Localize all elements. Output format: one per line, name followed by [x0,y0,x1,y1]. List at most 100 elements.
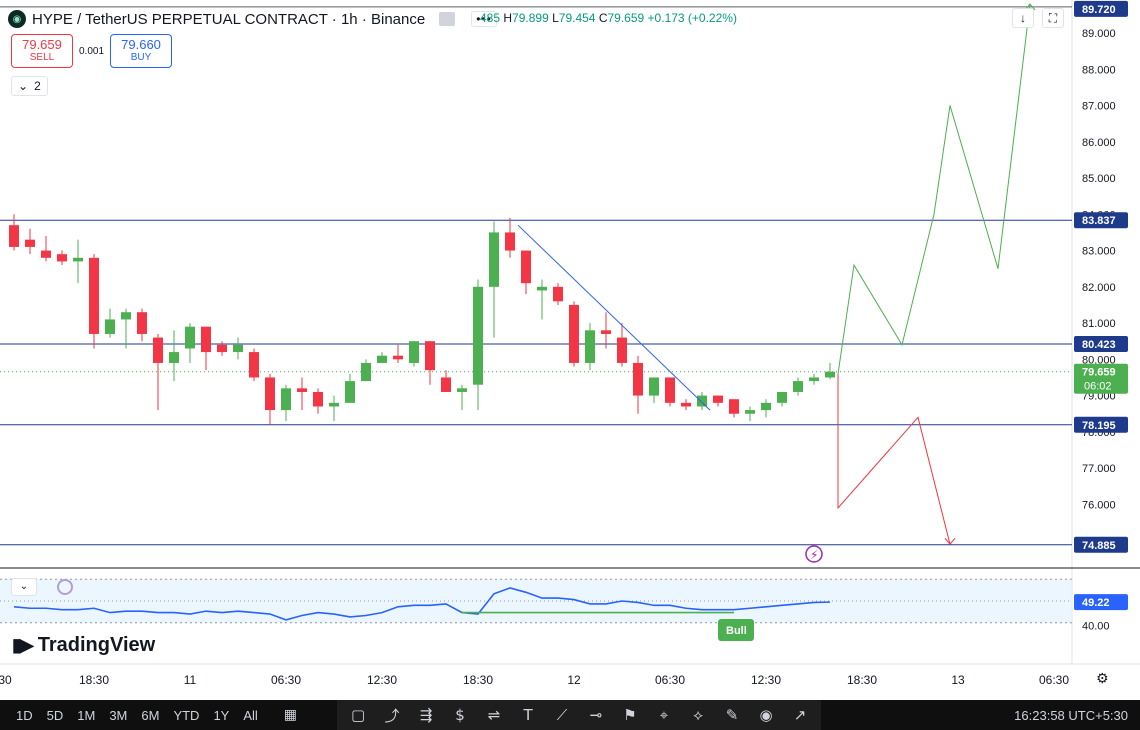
candle-body [249,352,259,378]
candle-body [825,371,835,378]
bull-signal-label: Bull [726,625,747,637]
indicators-collapse-button[interactable]: ⌄ 2 [11,76,48,96]
tv-mark-icon: ▮▶ [12,635,34,655]
lightning-icon: ⚡ [810,548,818,562]
period-1m[interactable]: 1M [77,708,95,723]
candle-body [489,232,499,287]
period-6m[interactable]: 6M [141,708,159,723]
price-range-icon[interactable]: $ [449,706,471,724]
candle-body [617,337,627,363]
period-1d[interactable]: 1D [16,708,33,723]
tradingview-logo[interactable]: ▮▶ TradingView [12,634,155,657]
candle-body [217,344,227,353]
buy-label: BUY [130,52,152,63]
ohlc-close-label: C [598,11,608,25]
candle-body [137,312,147,334]
rsi-pane-controls: ⌄ [11,578,73,596]
rectangle-tool-icon[interactable]: ▢ [347,706,369,724]
ohlc-open: 485 [480,11,501,25]
candle-body [57,254,67,262]
text-tool-icon[interactable]: T [517,706,539,724]
candle-body [569,304,579,363]
fullscreen-icon[interactable]: ⛶ [1042,8,1064,28]
pane-collapse-button[interactable]: ⌄ [11,578,37,596]
candle-body [809,377,819,382]
trade-panel: 79.659 SELL 0.001 79.660 BUY [11,34,173,68]
flag-tool-icon[interactable]: ⚑ [619,706,641,724]
candle-body [73,257,83,262]
arrow-down-icon[interactable]: ↓ [1012,8,1034,28]
bullish-projection-path [837,3,1031,374]
bottom-toolbar: 1D 5D 1M 3M 6M YTD 1Y All ▦ ▢ ⤴ ⇶ $ ⇌ T … [0,700,1140,730]
symbol-title[interactable]: HYPE / TetherUS PERPETUAL CONTRACT · 1h … [32,11,425,28]
ohlc-change: +0.173 (+0.22%) [647,11,737,25]
pitchfork-tool-icon[interactable]: ⊸ [585,706,607,724]
candle-body [377,355,387,363]
period-all[interactable]: All [243,708,257,723]
buy-price: 79.660 [121,37,161,52]
candle-body [585,330,595,363]
candle-body [697,395,707,407]
y-tick-label: 82.000 [1082,282,1116,294]
candle-body [89,257,99,334]
symbol-header: ◉ HYPE / TetherUS PERPETUAL CONTRACT · 1… [8,8,497,30]
arrow-tool-icon[interactable]: ↗ [789,706,811,724]
price-chart[interactable]: 76.00077.00078.00079.00080.00081.00082.0… [0,0,1140,730]
fib-retracement-icon[interactable]: ⇌ [483,706,505,724]
candle-body [233,344,243,353]
period-5d[interactable]: 5D [47,708,64,723]
top-level-price-label: 89.720 [1082,4,1116,16]
candle-body [665,377,675,403]
ohlc-low-label: L [552,11,559,25]
sell-price: 79.659 [22,37,62,52]
ohlc-readout: 485 H79.899 L79.454 C79.659 +0.173 (+0.2… [480,11,737,25]
x-tick-label: 13 [951,673,965,687]
y-tick-label: 89.000 [1082,28,1116,40]
candle-body [9,225,19,247]
path-tool-icon[interactable]: ⤴ [381,705,403,726]
loading-icon [57,579,73,595]
level-price-label: 74.885 [1082,540,1116,552]
period-1y[interactable]: 1Y [213,708,229,723]
x-tick-label: 12:30 [751,673,781,687]
y-tick-label: 81.000 [1082,318,1116,330]
target-tool-icon[interactable]: ◉ [755,706,777,724]
candle-body [105,319,115,334]
x-tick-label: 18:30 [463,673,493,687]
level-price-label: 80.423 [1082,339,1116,351]
calendar-icon[interactable]: ▦ [284,707,297,723]
visibility-icon[interactable] [439,12,456,26]
sell-label: SELL [29,52,55,63]
x-tick-label: 12 [567,673,581,687]
period-ytd[interactable]: YTD [173,708,199,723]
candle-body [201,326,211,353]
clock-readout: 16:23:58 UTC+5:30 [1014,708,1128,723]
buy-button[interactable]: 79.660 BUY [110,34,173,68]
candle-body [457,388,467,392]
candle-body [41,250,51,258]
y-tick-label: 86.000 [1082,137,1116,149]
brush-tool-icon[interactable]: ✎ [721,706,743,724]
y-tick-label: 77.000 [1082,463,1116,475]
trendline-tool-icon[interactable]: ⟋ [551,706,573,724]
candle-body [121,312,131,320]
trendline [517,224,711,411]
countdown-label: 06:02 [1084,381,1112,393]
sell-button[interactable]: 79.659 SELL [11,34,73,68]
hype-logo-icon: ◉ [8,10,26,28]
rsi-tick-label: 40.00 [1082,621,1110,633]
pattern-tool-icon[interactable]: ⟡ [687,706,709,724]
spread-value: 0.001 [79,45,105,57]
candle-body [745,410,755,414]
measure-tool-icon[interactable]: ⌖ [653,706,675,724]
candle-body [281,388,291,411]
candle-body [729,399,739,414]
y-tick-label: 87.000 [1082,101,1116,113]
settings-gear-icon[interactable]: ⚙ [1096,671,1109,687]
candle-body [265,377,275,411]
parallel-channel-icon[interactable]: ⇶ [415,706,437,724]
period-3m[interactable]: 3M [109,708,127,723]
last-price-label: 79.659 [1082,367,1116,379]
ohlc-low: 79.454 [558,11,596,25]
candle-body [169,352,179,363]
